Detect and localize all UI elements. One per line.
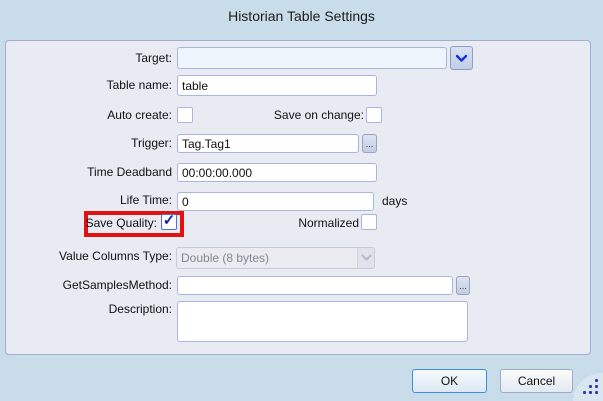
description-textarea[interactable] xyxy=(177,301,468,342)
resize-grip-background xyxy=(573,373,603,401)
auto-create-checkbox[interactable] xyxy=(177,107,193,123)
save-quality-checkbox[interactable]: ✓ xyxy=(161,214,177,230)
get-samples-method-label: GetSamplesMethod: xyxy=(8,275,172,295)
life-time-label: Life Time: xyxy=(8,190,172,210)
dialog-title: Historian Table Settings xyxy=(0,8,603,24)
target-dropdown-button[interactable] xyxy=(450,46,473,70)
cancel-button[interactable]: Cancel xyxy=(500,369,573,393)
trigger-browse-button[interactable]: ... xyxy=(362,134,377,153)
trigger-label: Trigger: xyxy=(8,133,172,153)
table-name-input[interactable] xyxy=(177,75,377,96)
historian-table-settings-dialog: Historian Table Settings Target: Table n… xyxy=(0,0,603,401)
auto-create-label: Auto create: xyxy=(8,105,172,125)
description-label: Description: xyxy=(8,299,172,319)
trigger-input[interactable] xyxy=(177,134,359,153)
ok-button[interactable]: OK xyxy=(412,369,487,393)
chevron-down-icon xyxy=(361,254,372,262)
checkmark-icon: ✓ xyxy=(163,214,176,228)
time-deadband-input[interactable] xyxy=(177,163,377,182)
get-samples-method-input[interactable] xyxy=(177,276,453,295)
get-samples-method-browse-button[interactable]: ... xyxy=(456,276,470,295)
save-on-change-label: Save on change: xyxy=(200,105,364,125)
value-columns-type-dropdown-button xyxy=(357,248,374,268)
target-input[interactable] xyxy=(177,47,447,69)
normalized-label: Normalized xyxy=(200,213,359,233)
value-columns-type-combobox: Double (8 bytes) xyxy=(176,247,375,269)
save-quality-label: Save Quality: xyxy=(8,213,157,233)
life-time-days-suffix: days xyxy=(382,191,422,211)
ellipsis-icon: ... xyxy=(366,139,374,149)
ellipsis-icon: ... xyxy=(459,281,467,291)
chevron-down-icon xyxy=(455,54,468,63)
value-columns-type-label: Value Columns Type: xyxy=(8,246,172,266)
save-on-change-checkbox[interactable] xyxy=(366,107,382,123)
life-time-input[interactable] xyxy=(177,192,374,211)
value-columns-type-value: Double (8 bytes) xyxy=(177,251,357,265)
target-label: Target: xyxy=(8,48,172,68)
normalized-checkbox[interactable] xyxy=(361,214,377,230)
time-deadband-label: Time Deadband xyxy=(8,162,172,182)
table-name-label: Table name: xyxy=(8,75,172,95)
